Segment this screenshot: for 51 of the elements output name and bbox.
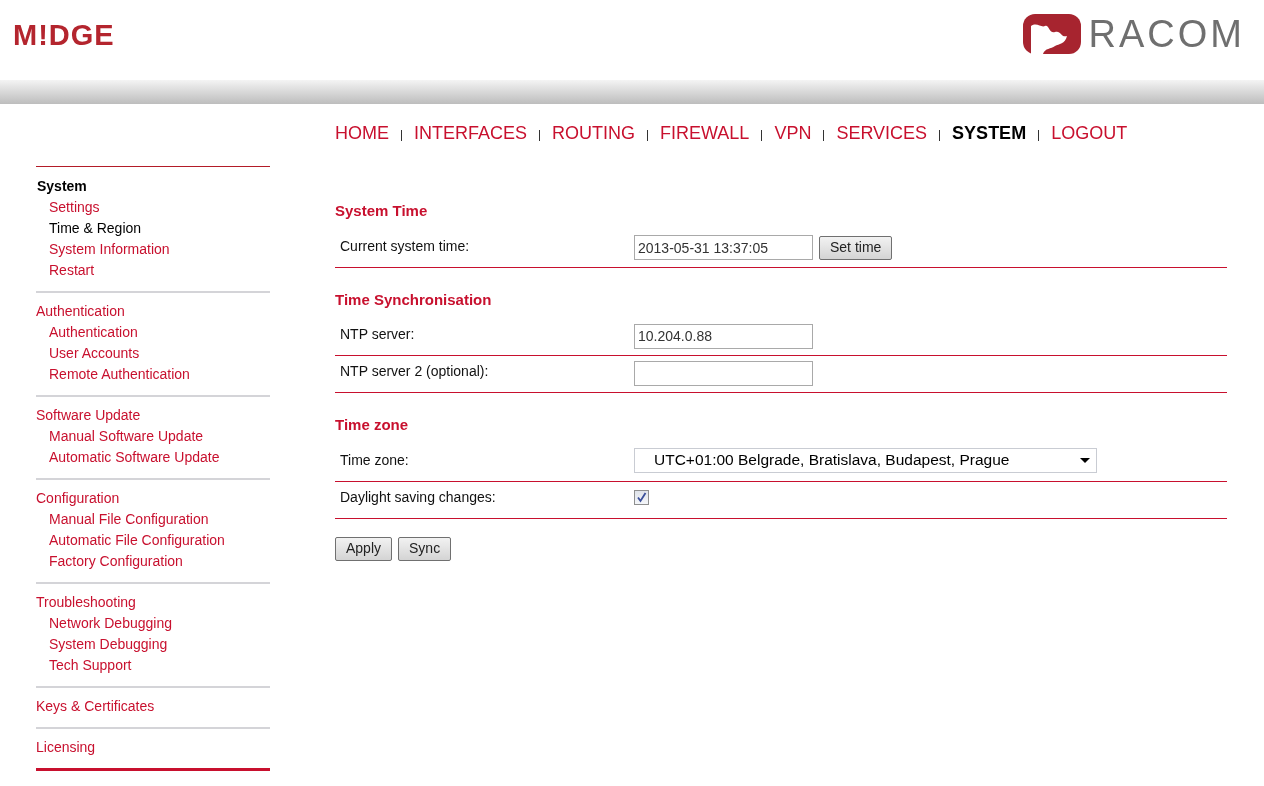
sidebar-item[interactable]: Manual Software Update bbox=[36, 426, 270, 447]
sidebar-group[interactable]: Software Update bbox=[36, 405, 270, 426]
sidebar-item[interactable]: Time & Region bbox=[36, 218, 270, 239]
sidebar-group[interactable]: System bbox=[36, 176, 270, 197]
sidebar-group[interactable]: Keys & Certificates bbox=[36, 696, 270, 717]
field-label: NTP server: bbox=[339, 325, 416, 344]
section-title: Time zone bbox=[335, 415, 410, 435]
sidebar-group[interactable]: Authentication bbox=[36, 301, 270, 322]
sidebar-item[interactable]: Factory Configuration bbox=[36, 551, 270, 572]
sidebar-item[interactable]: Settings bbox=[36, 197, 270, 218]
text-field[interactable] bbox=[634, 360, 813, 386]
sidebar-group[interactable]: Configuration bbox=[36, 488, 270, 509]
checkbox[interactable] bbox=[634, 489, 649, 505]
nav-link[interactable]: VPN bbox=[774, 119, 812, 147]
sidebar-item[interactable]: Authentication bbox=[36, 322, 270, 343]
text-field[interactable]: 10.204.0.88 bbox=[634, 323, 813, 349]
sidebar-item[interactable]: System Debugging bbox=[36, 634, 270, 655]
field-label: Time zone: bbox=[339, 450, 410, 470]
form-button[interactable]: Sync bbox=[398, 536, 452, 561]
sidebar-item[interactable]: Manual File Configuration bbox=[36, 509, 270, 530]
nav-link[interactable]: SYSTEM bbox=[952, 119, 1027, 147]
sidebar-item[interactable]: System Information bbox=[36, 239, 270, 260]
field-label: Current system time: bbox=[339, 236, 471, 256]
set-time-button[interactable]: Set time bbox=[819, 235, 893, 260]
sidebar-item[interactable]: Tech Support bbox=[36, 655, 270, 676]
product-logo: M!DGE bbox=[13, 18, 115, 54]
section-title: Time Synchronisation bbox=[335, 289, 493, 310]
nav-link[interactable]: INTERFACES bbox=[414, 119, 528, 147]
sidebar-group[interactable]: Licensing bbox=[36, 737, 270, 758]
time-zone-dropdown[interactable]: UTC+01:00 Belgrade, Bratislava, Budapest, Prague bbox=[634, 447, 1097, 473]
sidebar-item[interactable]: Network Debugging bbox=[36, 613, 270, 634]
section-title: System Time bbox=[335, 201, 429, 221]
nav-link[interactable]: LOGOUT bbox=[1051, 119, 1128, 147]
sidebar-item[interactable]: User Accounts bbox=[36, 343, 270, 364]
company-logo: RACOM bbox=[1088, 11, 1245, 57]
leaf-logo-icon bbox=[1022, 14, 1081, 54]
sidebar-item[interactable]: Automatic File Configuration bbox=[36, 530, 270, 551]
sidebar-group[interactable]: Troubleshooting bbox=[36, 592, 270, 613]
form-button[interactable]: Apply bbox=[335, 536, 393, 561]
text-field[interactable]: 2013-05-31 13:37:05 bbox=[634, 235, 813, 260]
caret-down-icon bbox=[1080, 457, 1090, 463]
nav-link[interactable]: SERVICES bbox=[836, 119, 928, 147]
checkmark-icon bbox=[636, 491, 647, 503]
sidebar-item[interactable]: Remote Authentication bbox=[36, 364, 270, 385]
nav-link[interactable]: FIREWALL bbox=[660, 119, 750, 147]
sidebar-item[interactable]: Restart bbox=[36, 260, 270, 281]
sidebar-item[interactable]: Automatic Software Update bbox=[36, 447, 270, 468]
nav-link[interactable]: ROUTING bbox=[552, 119, 636, 147]
field-label: NTP server 2 (optional): bbox=[339, 362, 490, 381]
field-label: Daylight saving changes: bbox=[339, 487, 497, 507]
nav-link[interactable]: HOME bbox=[335, 119, 389, 147]
